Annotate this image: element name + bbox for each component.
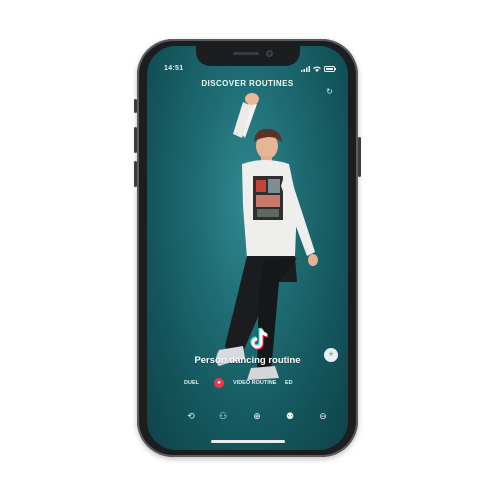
home-indicator[interactable] [211, 440, 285, 443]
record-icon[interactable]: ● [214, 378, 224, 388]
front-camera [265, 50, 273, 57]
refresh-icon[interactable]: ↻ [326, 87, 333, 96]
tiktok-logo-icon [250, 327, 269, 350]
friends-icon[interactable]: ⚉ [282, 408, 298, 424]
notch [195, 46, 300, 66]
rotate-icon[interactable]: ⟲ [183, 408, 199, 424]
status-time: 14:51 [164, 65, 184, 72]
phone-screen: 14:51 DISCOVER ROUTINES ↻ Person dancing… [147, 46, 348, 450]
people-icon[interactable]: ⚇ [215, 408, 231, 424]
plus-icon[interactable]: + [324, 348, 338, 362]
page-title: DISCOVER ROUTINES [201, 79, 294, 88]
speaker-grille [232, 52, 259, 55]
silent-switch [134, 99, 137, 113]
right-label[interactable]: ED [285, 380, 293, 386]
signal-icon [301, 66, 310, 72]
tag-label[interactable]: VIDEO ROUTINE [233, 380, 276, 386]
bottom-nav: ⟲ ⚇ ⊕ ⚉ ⊖ [147, 408, 348, 424]
dancer-figure [216, 93, 318, 380]
wifi-icon [313, 66, 321, 72]
menu-icon[interactable]: ⊖ [315, 408, 331, 424]
video-caption: Person dancing routine [194, 355, 301, 366]
meta-row: DUEL ● VIDEO ROUTINE ED [147, 378, 348, 389]
download-icon[interactable]: ⊕ [249, 408, 265, 424]
volume-down-button [134, 161, 137, 187]
duel-label[interactable]: DUEL [184, 380, 199, 386]
power-button [358, 137, 361, 177]
phone-frame: 14:51 DISCOVER ROUTINES ↻ Person dancing… [134, 39, 361, 457]
battery-icon [324, 66, 336, 72]
volume-up-button [134, 127, 137, 153]
